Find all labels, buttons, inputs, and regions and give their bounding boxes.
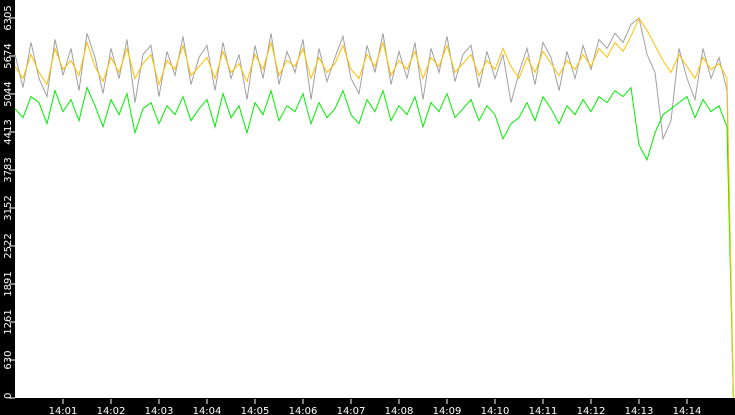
x-tick-label: 14:04	[193, 406, 222, 415]
y-tick-label: 1261	[3, 309, 14, 334]
x-tick-label: 14:09	[433, 406, 462, 415]
y-tick-label: 5674	[3, 43, 14, 68]
x-tick-label: 14:03	[145, 406, 174, 415]
chart-container: 0 630 1261 1891 2522 3152 3783 4413 5044 5674 6305…	[0, 0, 735, 415]
x-tick-label: 14:14	[673, 406, 702, 415]
x-axis: 14:01 14:02 14:03 14:04 14:05 14:06 14:07 14:08…	[49, 399, 702, 415]
x-tick-label: 14:01	[49, 406, 78, 415]
y-tick-label: 5044	[3, 81, 14, 106]
x-tick-label: 14:07	[337, 406, 366, 415]
y-tick-label: 1891	[3, 271, 14, 296]
x-tick-label: 14:02	[97, 406, 126, 415]
x-tick-label: 14:05	[241, 406, 270, 415]
y-tick-label: 2522	[3, 233, 14, 258]
line-chart: 0 630 1261 1891 2522 3152 3783 4413 5044 5674 6305…	[3, 0, 735, 415]
y-tick-label: 630	[3, 350, 14, 369]
y-tick-label: 3152	[3, 195, 14, 220]
x-tick-label: 14:13	[625, 406, 654, 415]
x-tick-label: 14:06	[289, 406, 318, 415]
y-tick-label: 6305	[3, 5, 14, 30]
y-tick-label: 0	[3, 393, 14, 399]
x-tick-label: 14:11	[529, 406, 558, 415]
x-tick-label: 14:12	[577, 406, 606, 415]
y-tick-label: 3783	[3, 157, 14, 182]
y-tick-label: 4413	[3, 119, 14, 144]
x-tick-label: 14:10	[481, 406, 510, 415]
x-tick-label: 14:08	[385, 406, 414, 415]
y-axis: 0 630 1261 1891 2522 3152 3783 4413 5044 5674 6305	[3, 5, 15, 399]
